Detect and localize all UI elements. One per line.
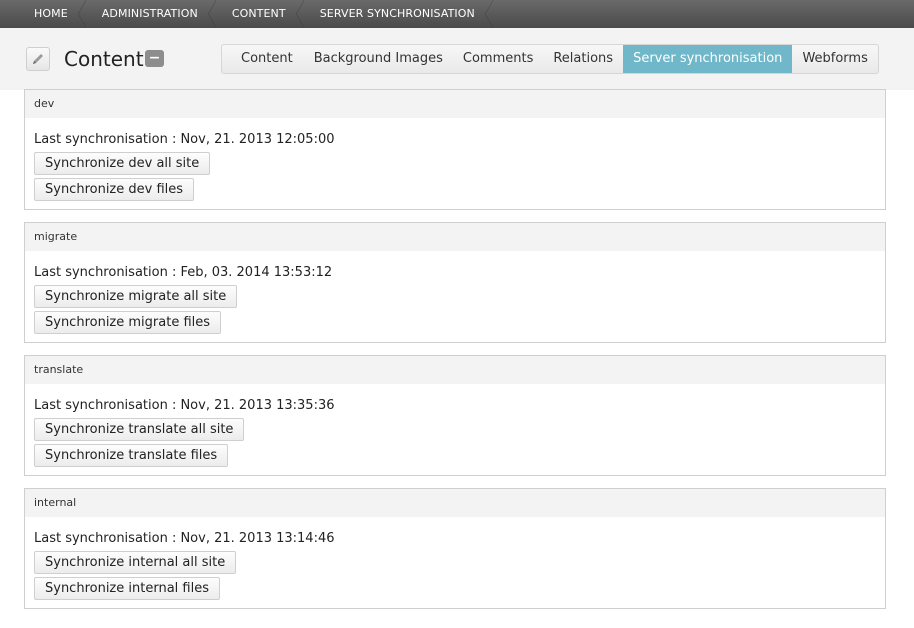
last-sync-text: Last synchronisation : Nov, 21. 2013 13:… [34, 531, 335, 546]
breadcrumb-server-synchronisation[interactable]: SERVER SYNCHRONISATION [304, 0, 494, 28]
sync-files-button[interactable]: Synchronize dev files [34, 178, 195, 201]
tab-server-synchronisation[interactable]: Server synchronisation [623, 45, 793, 73]
sync-files-button[interactable]: Synchronize translate files [34, 444, 229, 467]
server-panel-internal: internal Last synchronisation : Nov, 21.… [24, 488, 886, 609]
last-sync-text: Last synchronisation : Feb, 03. 2014 13:… [34, 265, 333, 280]
tab-content[interactable]: Content [222, 45, 304, 73]
server-name: translate [25, 356, 885, 384]
tab-bar: Content Background Images Comments Relat… [221, 44, 879, 74]
sync-all-site-button[interactable]: Synchronize translate all site [34, 418, 245, 441]
breadcrumb-content[interactable]: CONTENT [216, 0, 304, 28]
server-panel-translate: translate Last synchronisation : Nov, 21… [24, 355, 886, 476]
server-panel-migrate: migrate Last synchronisation : Feb, 03. … [24, 222, 886, 343]
last-sync-text: Last synchronisation : Nov, 21. 2013 12:… [34, 132, 335, 147]
server-name: dev [25, 90, 885, 118]
breadcrumb: HOME ADMINISTRATION CONTENT SERVER SYNCH… [0, 0, 914, 28]
breadcrumb-home[interactable]: HOME [0, 0, 86, 28]
collapse-button[interactable]: − [145, 50, 164, 67]
tab-webforms[interactable]: Webforms [792, 45, 877, 73]
server-panel-dev: dev Last synchronisation : Nov, 21. 2013… [24, 89, 886, 210]
server-name: migrate [25, 223, 885, 251]
sync-files-button[interactable]: Synchronize migrate files [34, 311, 222, 334]
sync-all-site-button[interactable]: Synchronize dev all site [34, 152, 211, 175]
page-title: Content [64, 47, 144, 71]
tab-background-images[interactable]: Background Images [304, 45, 453, 73]
tab-relations[interactable]: Relations [543, 45, 623, 73]
last-sync-text: Last synchronisation : Nov, 21. 2013 13:… [34, 398, 335, 413]
page-header: Content − Content Background Images Comm… [0, 28, 914, 90]
tab-comments[interactable]: Comments [453, 45, 543, 73]
breadcrumb-administration[interactable]: ADMINISTRATION [86, 0, 216, 28]
sync-all-site-button[interactable]: Synchronize migrate all site [34, 285, 238, 308]
server-name: internal [25, 489, 885, 517]
pencil-icon[interactable] [26, 47, 50, 71]
sync-files-button[interactable]: Synchronize internal files [34, 577, 220, 600]
sync-all-site-button[interactable]: Synchronize internal all site [34, 551, 237, 574]
